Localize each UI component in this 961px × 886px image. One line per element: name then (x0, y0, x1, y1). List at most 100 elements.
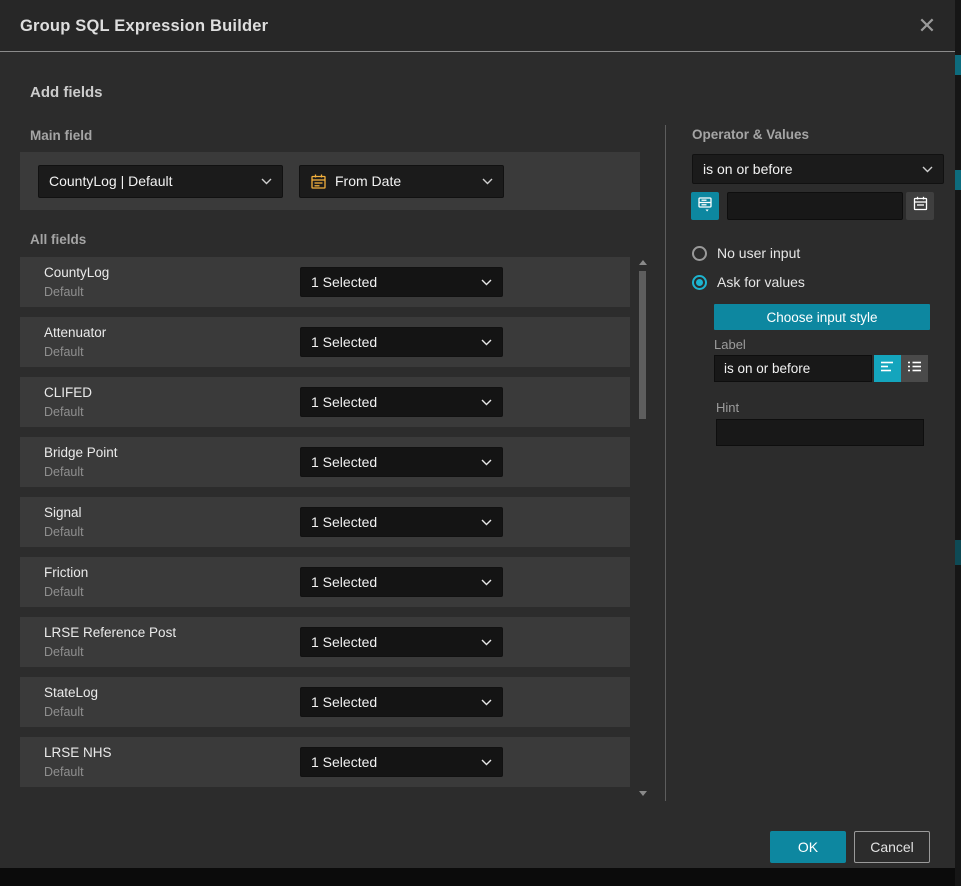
cancel-button[interactable]: Cancel (854, 831, 930, 863)
hint-caption: Hint (716, 400, 739, 415)
chevron-down-icon (481, 759, 492, 766)
radio-label: No user input (717, 245, 800, 261)
dialog-header: Group SQL Expression Builder ✕ (0, 0, 955, 52)
field-name: Attenuator (44, 325, 106, 340)
main-field-panel: CountyLog | Default From Date (20, 152, 640, 210)
input-style-single-line-button[interactable] (874, 355, 901, 382)
field-name: Bridge Point (44, 445, 118, 460)
chevron-down-icon (481, 519, 492, 526)
align-left-icon (880, 360, 895, 378)
value-list-icon (696, 195, 714, 218)
field-sub: Default (44, 525, 84, 539)
field-count-value: 1 Selected (311, 514, 473, 530)
field-count-value: 1 Selected (311, 694, 473, 710)
ok-button[interactable]: OK (770, 831, 846, 863)
chevron-down-icon (482, 178, 493, 185)
date-picker-button[interactable] (906, 192, 934, 220)
field-name: StateLog (44, 685, 98, 700)
bullet-list-icon (907, 360, 922, 378)
field-sub: Default (44, 705, 84, 719)
field-count-value: 1 Selected (311, 574, 473, 590)
choose-input-style-button[interactable]: Choose input style (714, 304, 930, 330)
calendar-icon (912, 195, 929, 217)
radio-label: Ask for values (717, 274, 805, 290)
layer-select-value: CountyLog | Default (49, 173, 253, 189)
operator-select[interactable]: is on or before (692, 154, 944, 184)
field-count-select[interactable]: 1 Selected (300, 267, 503, 297)
field-row: Bridge Point Default 1 Selected (20, 437, 630, 487)
field-row: CLIFED Default 1 Selected (20, 377, 630, 427)
field-count-select[interactable]: 1 Selected (300, 327, 503, 357)
field-row: LRSE Reference Post Default 1 Selected (20, 617, 630, 667)
field-name: Signal (44, 505, 82, 520)
field-count-select[interactable]: 1 Selected (300, 387, 503, 417)
operator-values-heading: Operator & Values (692, 127, 809, 142)
label-input[interactable] (714, 355, 872, 382)
field-sub: Default (44, 345, 84, 359)
radio-icon (692, 246, 707, 261)
field-count-select[interactable]: 1 Selected (300, 567, 503, 597)
value-input[interactable] (727, 192, 903, 220)
field-count-value: 1 Selected (311, 754, 473, 770)
close-icon[interactable]: ✕ (914, 13, 940, 39)
field-count-value: 1 Selected (311, 634, 473, 650)
main-field-heading: Main field (30, 128, 92, 143)
sliver-segment (955, 170, 961, 190)
chevron-down-icon (481, 399, 492, 406)
radio-icon (692, 275, 707, 290)
input-style-list-button[interactable] (901, 355, 928, 382)
chevron-down-icon (481, 699, 492, 706)
field-count-select[interactable]: 1 Selected (300, 687, 503, 717)
field-row: Friction Default 1 Selected (20, 557, 630, 607)
group-sql-expression-builder-dialog: Group SQL Expression Builder ✕ Add field… (0, 0, 955, 868)
date-field-select[interactable]: From Date (299, 165, 504, 198)
scrollbar-thumb[interactable] (639, 271, 646, 419)
scroll-down-icon[interactable] (639, 791, 647, 796)
list-scrollbar[interactable] (637, 258, 649, 798)
field-count-select[interactable]: 1 Selected (300, 747, 503, 777)
field-count-select[interactable]: 1 Selected (300, 507, 503, 537)
field-sub: Default (44, 465, 84, 479)
field-name: LRSE Reference Post (44, 625, 176, 640)
chevron-down-icon (481, 579, 492, 586)
hint-input[interactable] (716, 419, 924, 446)
panel-divider (665, 125, 666, 801)
backdrop-app-sliver (955, 0, 961, 886)
field-count-value: 1 Selected (311, 394, 473, 410)
field-row: CountyLog Default 1 Selected (20, 257, 630, 307)
sliver-segment (955, 55, 961, 75)
dialog-title: Group SQL Expression Builder (20, 0, 268, 52)
operator-select-value: is on or before (703, 161, 914, 177)
radio-no-user-input[interactable]: No user input (692, 245, 800, 261)
field-count-select[interactable]: 1 Selected (300, 627, 503, 657)
radio-ask-for-values[interactable]: Ask for values (692, 274, 805, 290)
field-sub: Default (44, 645, 84, 659)
chevron-down-icon (481, 279, 492, 286)
chevron-down-icon (481, 639, 492, 646)
scroll-up-icon[interactable] (639, 260, 647, 265)
field-row: StateLog Default 1 Selected (20, 677, 630, 727)
field-name: CountyLog (44, 265, 109, 280)
date-field-select-value: From Date (335, 173, 474, 189)
chevron-down-icon (481, 459, 492, 466)
field-count-value: 1 Selected (311, 274, 473, 290)
field-row: LRSE NHS Default 1 Selected (20, 737, 630, 787)
field-count-value: 1 Selected (311, 334, 473, 350)
set-from-values-button[interactable] (691, 192, 719, 220)
field-row: Attenuator Default 1 Selected (20, 317, 630, 367)
field-sub: Default (44, 285, 84, 299)
field-count-select[interactable]: 1 Selected (300, 447, 503, 477)
add-fields-heading: Add fields (30, 84, 103, 101)
layer-select[interactable]: CountyLog | Default (38, 165, 283, 198)
field-name: LRSE NHS (44, 745, 112, 760)
field-sub: Default (44, 405, 84, 419)
chevron-down-icon (481, 339, 492, 346)
calendar-icon (310, 173, 327, 190)
field-sub: Default (44, 765, 84, 779)
field-count-value: 1 Selected (311, 454, 473, 470)
field-name: CLIFED (44, 385, 92, 400)
field-name: Friction (44, 565, 88, 580)
field-row: Signal Default 1 Selected (20, 497, 630, 547)
sliver-segment (955, 540, 961, 565)
chevron-down-icon (261, 178, 272, 185)
